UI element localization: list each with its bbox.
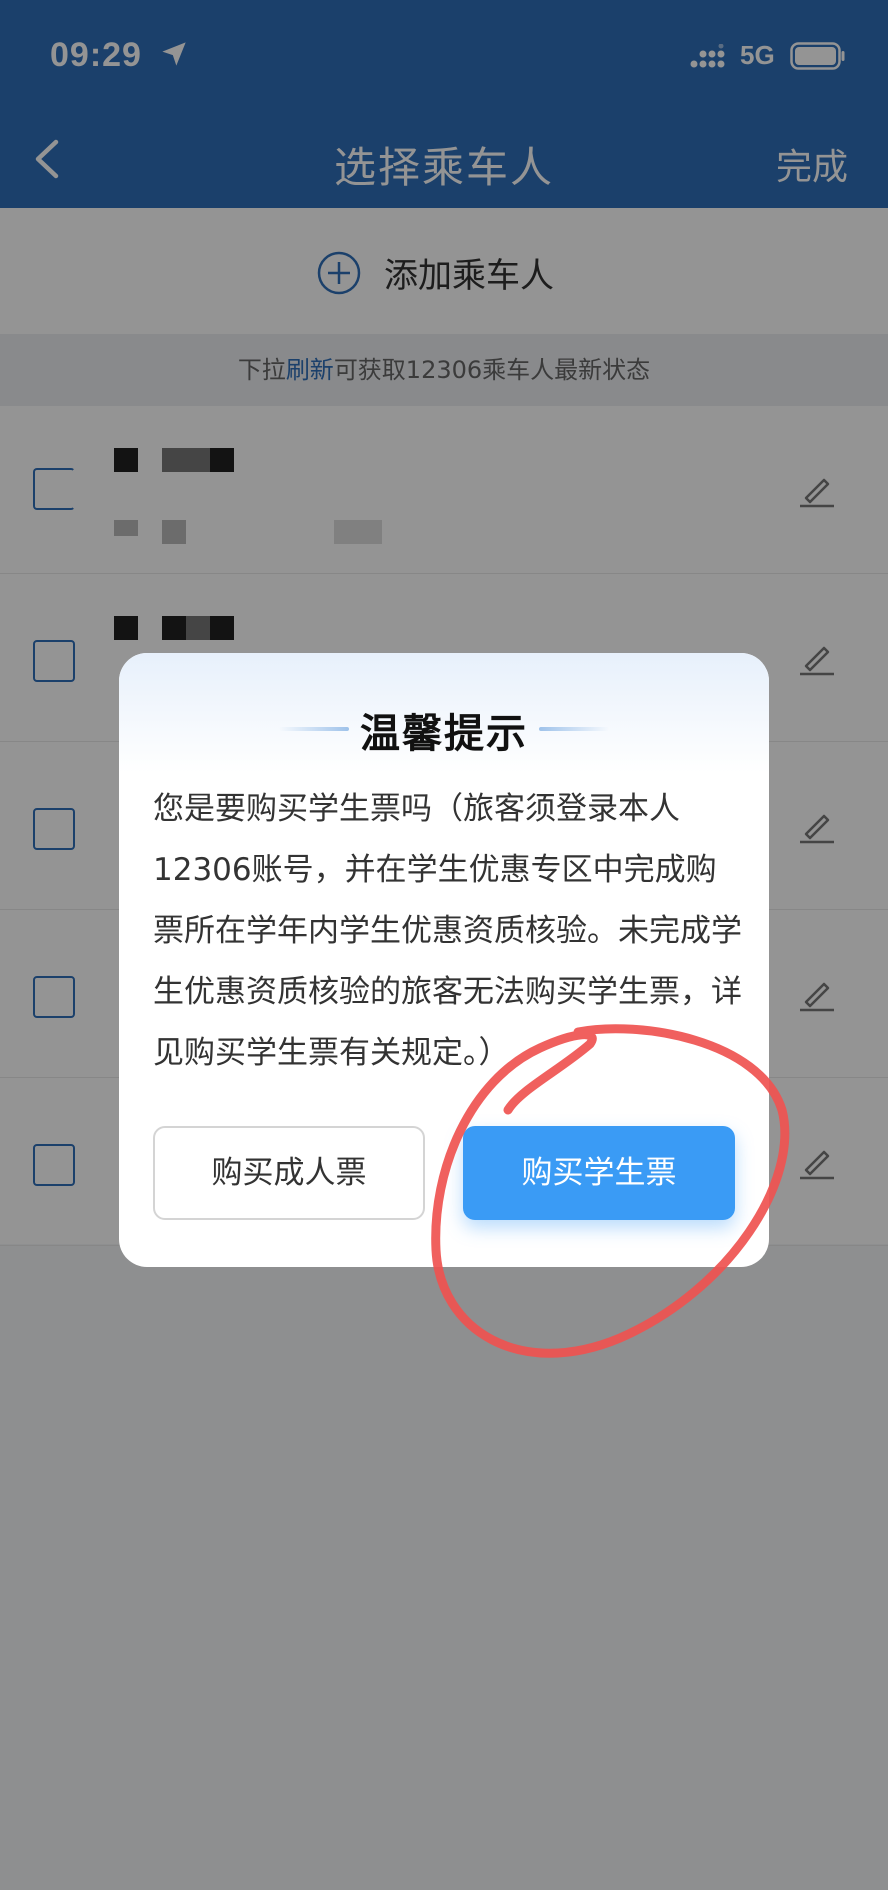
tip-dialog: 温馨提示 您是要购买学生票吗（旅客须登录本人12306账号，并在学生优惠专区中完… <box>119 653 769 1267</box>
buy-student-ticket-button[interactable]: 购买学生票 <box>463 1126 735 1220</box>
dialog-title: 温馨提示 <box>360 711 528 757</box>
dialog-message: 您是要购买学生票吗（旅客须登录本人12306账号，并在学生优惠专区中完成购票所在… <box>153 791 742 1071</box>
buy-adult-ticket-button[interactable]: 购买成人票 <box>153 1126 425 1220</box>
